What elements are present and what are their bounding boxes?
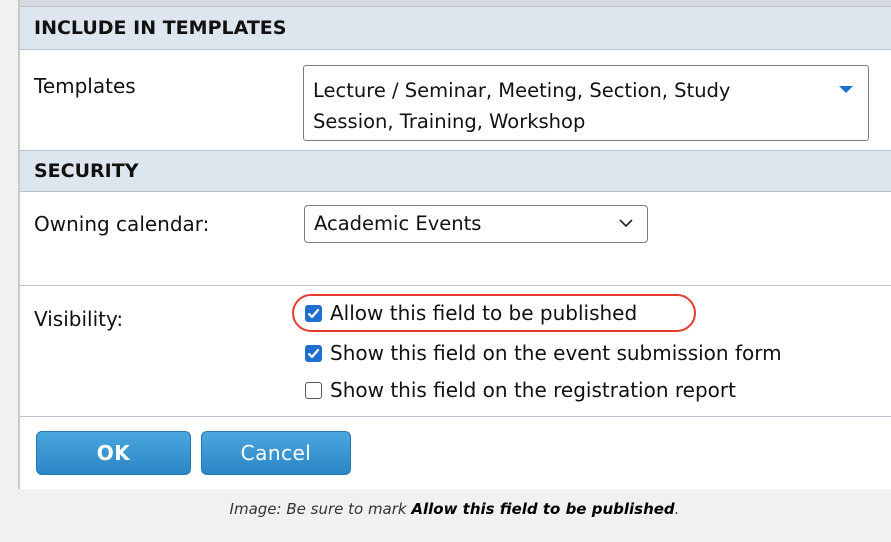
publish-checkbox[interactable] [305, 305, 322, 322]
visibility-label: Visibility: [34, 307, 124, 331]
cancel-button[interactable]: Cancel [201, 431, 351, 475]
image-caption: Image: Be sure to mark Allow this field … [18, 489, 891, 542]
registration-report-checkbox-row[interactable]: Show this field on the registration repo… [305, 375, 736, 405]
submission-form-checkbox-row[interactable]: Show this field on the event submission … [305, 338, 782, 368]
ok-button[interactable]: OK [36, 431, 191, 475]
registration-report-checkbox-label: Show this field on the registration repo… [330, 378, 736, 402]
check-icon [307, 348, 320, 359]
templates-label: Templates [34, 74, 136, 98]
caret-down-icon[interactable] [839, 86, 853, 93]
caption-prefix: Image: Be sure to mark [229, 500, 412, 518]
publish-checkbox-row[interactable]: Allow this field to be published [305, 298, 637, 328]
row-divider [20, 285, 891, 286]
event-field-settings-panel: INCLUDE IN TEMPLATES Templates Lecture /… [18, 0, 891, 489]
include-templates-header: INCLUDE IN TEMPLATES [20, 6, 891, 50]
publish-checkbox-label: Allow this field to be published [330, 301, 638, 325]
owning-calendar-value: Academic Events [314, 212, 482, 235]
registration-report-checkbox[interactable] [305, 382, 322, 399]
owning-calendar-label: Owning calendar: [34, 212, 210, 236]
chevron-down-icon [619, 219, 633, 228]
caption-suffix: . [674, 500, 680, 518]
security-header: SECURITY [20, 150, 891, 192]
check-icon [307, 308, 320, 319]
submission-form-checkbox[interactable] [305, 345, 322, 362]
templates-value-line-2: Session, Training, Workshop [313, 110, 586, 133]
owning-calendar-select[interactable]: Academic Events [304, 205, 648, 243]
templates-multiselect[interactable]: Lecture / Seminar, Meeting, Section, Stu… [303, 65, 869, 141]
templates-value-line-1: Lecture / Seminar, Meeting, Section, Stu… [313, 79, 731, 102]
caption-emphasis: Allow this field to be published [411, 500, 675, 518]
footer-divider [20, 416, 891, 417]
submission-form-checkbox-label: Show this field on the event submission … [330, 341, 782, 365]
